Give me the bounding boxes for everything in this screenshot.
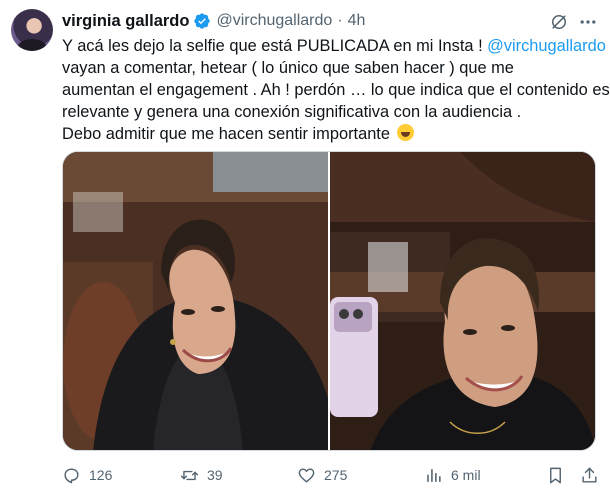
author-handle[interactable]: @virchugallardo bbox=[216, 12, 332, 30]
share-button[interactable] bbox=[580, 463, 599, 487]
photo-left[interactable] bbox=[63, 152, 328, 450]
photo-right[interactable] bbox=[330, 152, 595, 450]
selfie-right-image bbox=[330, 152, 595, 450]
separator-dot: · bbox=[337, 12, 343, 29]
mention-link[interactable]: @virchugallardo bbox=[487, 37, 606, 55]
tweet-text-line-5: Debo admitir que me hacen sentir importa… bbox=[62, 123, 607, 145]
like-count: 275 bbox=[324, 467, 348, 483]
share-icon bbox=[582, 467, 597, 483]
avatar[interactable] bbox=[11, 9, 53, 51]
views-icon bbox=[427, 468, 441, 482]
rolling-laughing-emoji-icon bbox=[396, 124, 414, 141]
selfie-left-image bbox=[63, 152, 328, 450]
views-button[interactable]: 6 mil bbox=[424, 463, 481, 487]
repost-icon bbox=[180, 470, 199, 480]
views-count: 6 mil bbox=[451, 467, 481, 483]
tweet-text-line-3: aumentan el engagement . Ah ! perdón … l… bbox=[62, 81, 610, 99]
bookmark-button[interactable] bbox=[546, 463, 565, 487]
tweet-text: Y acá les dejo la selfie que está PUBLIC… bbox=[62, 35, 610, 145]
more-icon[interactable] bbox=[578, 12, 598, 32]
repost-button[interactable]: 39 bbox=[180, 463, 223, 487]
reply-count: 126 bbox=[89, 467, 113, 483]
tweet-text-line-2: vayan a comentar, hetear ( lo único que … bbox=[62, 59, 514, 77]
action-bar: 126 39 275 6 mil bbox=[62, 463, 600, 487]
grok-icon[interactable] bbox=[549, 12, 569, 32]
repost-count: 39 bbox=[207, 467, 223, 483]
bookmark-icon bbox=[550, 467, 561, 483]
tweet-text-line-1: Y acá les dejo la selfie que está PUBLIC… bbox=[62, 37, 606, 55]
verified-badge-icon bbox=[194, 13, 211, 29]
like-button[interactable]: 275 bbox=[297, 463, 347, 487]
tweet-text-line-4: relevante y genera una conexión signific… bbox=[62, 103, 522, 121]
tweet-header: virginia gallardo @virchugallardo · 4h bbox=[62, 10, 365, 32]
like-icon bbox=[298, 467, 315, 483]
timestamp[interactable]: 4h bbox=[348, 12, 366, 30]
author-name[interactable]: virginia gallardo bbox=[62, 12, 189, 31]
reply-icon bbox=[64, 467, 79, 483]
reply-button[interactable]: 126 bbox=[62, 463, 112, 487]
media-grid bbox=[62, 151, 596, 451]
